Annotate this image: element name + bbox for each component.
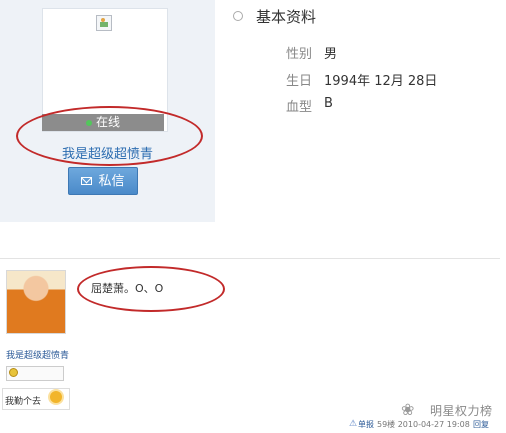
broken-image-icon xyxy=(96,15,112,31)
report-link[interactable]: 单报 xyxy=(358,419,374,430)
private-message-button[interactable]: 私信 xyxy=(68,167,138,195)
highlight-ellipse-post xyxy=(77,266,225,312)
gender-label: 性别 xyxy=(286,47,313,62)
blood-type-label: 血型 xyxy=(286,100,313,115)
gender-value: 男 xyxy=(324,47,338,62)
watermark-text: 明星权力榜 xyxy=(430,404,493,418)
section-divider xyxy=(0,258,500,259)
wechat-logo-icon: ❀ xyxy=(401,400,415,419)
floor-and-time: 59楼 2010-04-27 19:08 xyxy=(377,420,470,429)
reply-link[interactable]: 回复 xyxy=(473,419,489,430)
birthday-value: 1994年 12月 28日 xyxy=(324,74,438,89)
medal-icon xyxy=(9,368,18,377)
basic-info-title: 基本资料 xyxy=(256,8,317,26)
highlight-ellipse-profile xyxy=(16,106,203,166)
post-author-avatar[interactable] xyxy=(6,270,66,334)
birthday-label: 生日 xyxy=(286,74,313,89)
warning-icon: ⚠ xyxy=(349,419,358,429)
post-author-name[interactable]: 我是超级超愤青 xyxy=(6,348,69,361)
envelope-icon xyxy=(81,177,93,185)
section-bullet-icon xyxy=(233,11,243,21)
blood-type-value: B xyxy=(324,96,333,111)
private-message-label: 私信 xyxy=(98,174,125,189)
sun-badge-icon xyxy=(50,391,62,403)
badge-text: 我勤个去 xyxy=(5,397,42,407)
